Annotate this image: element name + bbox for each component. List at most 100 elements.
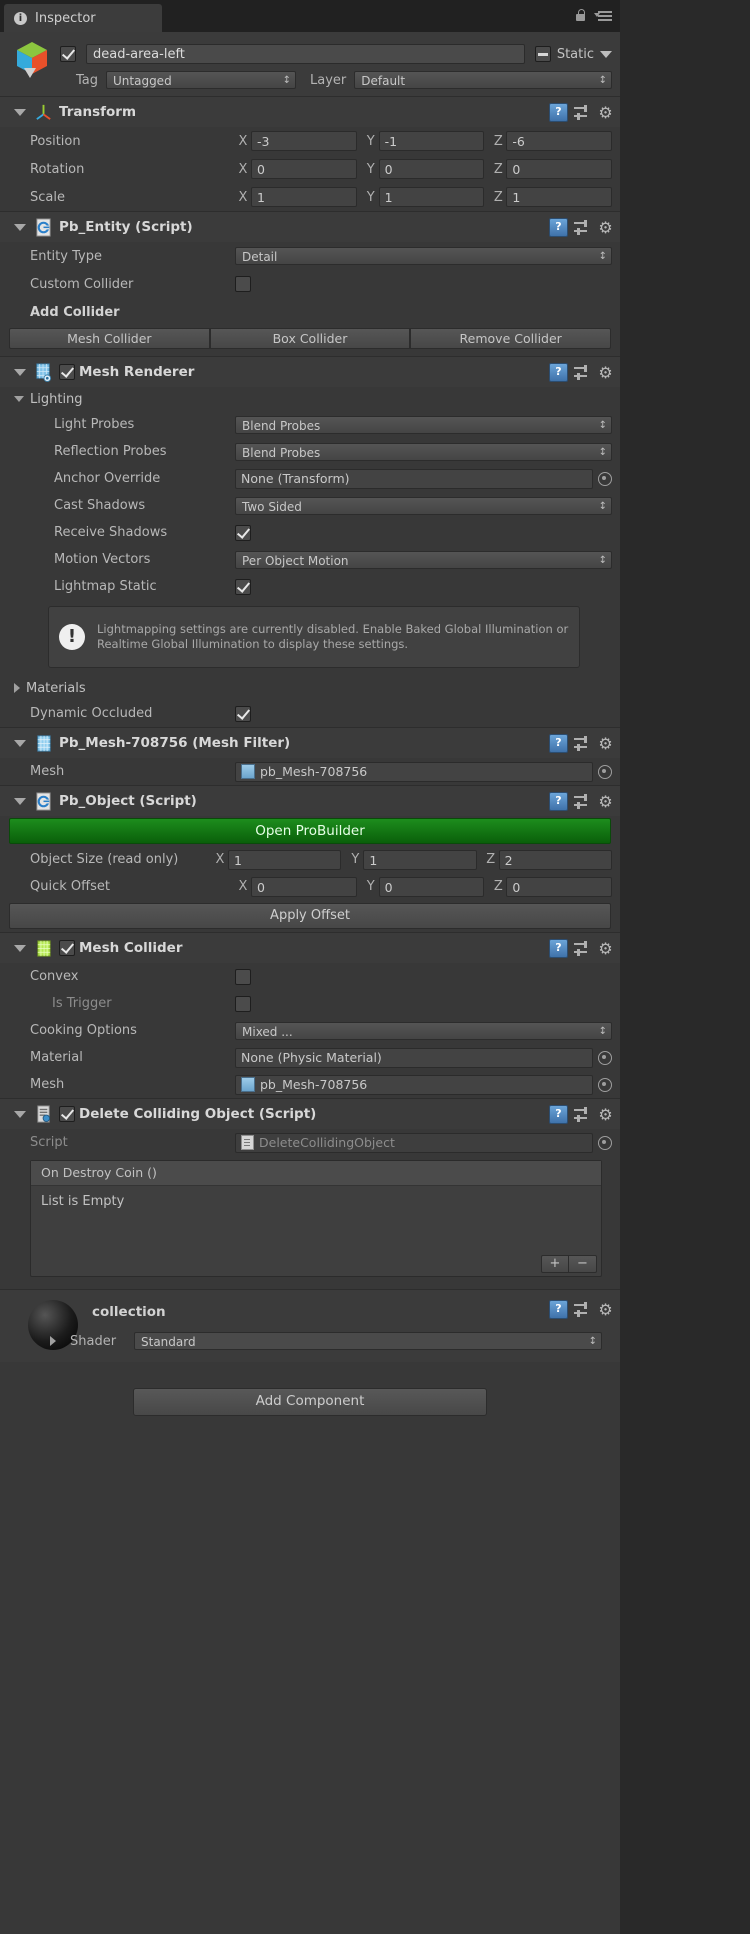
foldout-arrow-icon[interactable] [14,944,26,952]
foldout-arrow-icon[interactable] [14,396,24,402]
object-picker-icon[interactable] [598,764,612,779]
component-header-mesh-collider[interactable]: Mesh Collider ? ⚙ [0,932,620,963]
preset-icon[interactable] [574,736,591,751]
scale-z-input[interactable]: 1 [506,187,613,207]
gameobject-name-row: dead-area-left Static [60,42,612,66]
component-header-icons: ? ⚙ [549,1105,614,1124]
quick-offset-x-input[interactable]: 0 [251,876,357,897]
help-icon[interactable]: ? [549,1105,568,1124]
remove-listener-button[interactable]: − [569,1255,597,1273]
foldout-arrow-icon[interactable] [14,368,26,376]
lightmap-static-checkbox[interactable] [235,578,251,595]
add-listener-button[interactable]: + [541,1255,569,1273]
object-picker-icon[interactable] [598,471,612,486]
layer-dropdown[interactable]: Default [354,71,612,90]
receive-shadows-checkbox[interactable] [235,524,251,541]
mesh-collider-icon [37,939,51,957]
help-icon[interactable]: ? [549,792,568,811]
help-icon[interactable]: ? [549,939,568,958]
gear-icon[interactable]: ⚙ [597,1106,614,1123]
gear-icon[interactable]: ⚙ [597,793,614,810]
add-component-button[interactable]: Add Component [133,1388,487,1416]
mesh-renderer-enabled-checkbox[interactable] [59,364,75,380]
physic-material-objectfield[interactable]: None (Physic Material) [235,1047,593,1068]
component-title: Pb_Mesh-708756 (Mesh Filter) [59,735,291,751]
static-control[interactable]: Static [534,46,612,62]
lock-icon[interactable] [575,9,586,22]
preset-icon[interactable] [574,1107,591,1122]
quick-offset-z-input[interactable]: 0 [506,876,613,897]
anchor-override-objectfield[interactable]: None (Transform) [235,468,593,489]
static-checkbox[interactable] [534,46,551,62]
quick-offset-y-input[interactable]: 0 [378,876,485,897]
foldout-arrow-icon[interactable] [14,1110,26,1118]
object-picker-icon[interactable] [598,1050,612,1065]
open-probuilder-button[interactable]: Open ProBuilder [9,818,611,844]
help-icon[interactable]: ? [549,734,568,753]
gear-icon[interactable]: ⚙ [597,1301,614,1318]
chevron-down-icon[interactable] [600,50,612,58]
rotation-y-input[interactable]: 0 [378,159,485,179]
motion-vectors-dropdown[interactable]: Per Object Motion [235,550,612,570]
position-x-input[interactable]: -3 [251,131,357,151]
rotation-x-input[interactable]: 0 [251,159,357,179]
gear-icon[interactable]: ⚙ [597,364,614,381]
box-collider-button[interactable]: Box Collider [209,327,411,349]
apply-offset-button[interactable]: Apply Offset [9,903,611,929]
mesh-objectfield[interactable]: pb_Mesh-708756 [235,761,593,782]
tag-dropdown[interactable]: Untagged [106,71,296,90]
remove-collider-button[interactable]: Remove Collider [410,327,612,349]
component-header-mesh-filter[interactable]: Pb_Mesh-708756 (Mesh Filter) ? ⚙ [0,727,620,758]
foldout-arrow-icon[interactable] [14,797,26,805]
custom-collider-checkbox[interactable] [235,276,251,292]
position-y-input[interactable]: -1 [378,131,485,151]
component-header-delete-colliding-object[interactable]: Delete Colliding Object (Script) ? ⚙ [0,1098,620,1129]
foldout-arrow-icon[interactable] [14,108,26,116]
scale-y-input[interactable]: 1 [378,187,485,207]
light-probes-dropdown[interactable]: Blend Probes [235,415,612,435]
tab-inspector[interactable]: i Inspector [4,4,162,32]
materials-foldout[interactable]: Materials [0,676,620,700]
object-picker-icon[interactable] [598,1077,612,1092]
gear-icon[interactable]: ⚙ [597,219,614,236]
gameobject-enabled-checkbox[interactable] [60,46,76,62]
foldout-arrow-icon[interactable] [14,683,20,693]
lighting-group-foldout[interactable]: Lighting [0,387,620,411]
preset-icon[interactable] [574,794,591,809]
collider-mesh-objectfield[interactable]: pb_Mesh-708756 [235,1074,593,1095]
help-icon[interactable]: ? [549,1300,568,1319]
component-header-transform[interactable]: Transform ? ⚙ [0,96,620,127]
component-header-pb-entity[interactable]: Pb_Entity (Script) ? ⚙ [0,211,620,242]
foldout-arrow-icon[interactable] [50,1336,56,1346]
scale-x-input[interactable]: 1 [251,187,357,207]
help-icon[interactable]: ? [549,363,568,382]
gear-icon[interactable]: ⚙ [597,104,614,121]
mesh-collider-enabled-checkbox[interactable] [59,940,75,956]
preset-icon[interactable] [574,365,591,380]
component-header-pb-object[interactable]: Pb_Object (Script) ? ⚙ [0,785,620,816]
gear-icon[interactable]: ⚙ [597,940,614,957]
position-z-input[interactable]: -6 [506,131,613,151]
delete-colliding-object-enabled-checkbox[interactable] [59,1106,75,1122]
gear-icon[interactable]: ⚙ [597,735,614,752]
entity-type-dropdown[interactable]: Detail [235,247,612,266]
gameobject-name-input[interactable]: dead-area-left [86,44,525,64]
preset-icon[interactable] [574,220,591,235]
foldout-arrow-icon[interactable] [14,739,26,747]
rotation-z-input[interactable]: 0 [506,159,613,179]
mesh-collider-button[interactable]: Mesh Collider [9,327,210,349]
cast-shadows-dropdown[interactable]: Two Sided [235,496,612,516]
preset-icon[interactable] [574,1302,591,1317]
cooking-options-dropdown[interactable]: Mixed ... [235,1021,612,1041]
shader-dropdown[interactable]: Standard [134,1332,602,1351]
help-icon[interactable]: ? [549,218,568,237]
component-header-mesh-renderer[interactable]: Mesh Renderer ? ⚙ [0,356,620,387]
reflection-probes-dropdown[interactable]: Blend Probes [235,442,612,462]
preset-icon[interactable] [574,105,591,120]
preset-icon[interactable] [574,941,591,956]
foldout-arrow-icon[interactable] [14,223,26,231]
help-icon[interactable]: ? [549,103,568,122]
convex-checkbox[interactable] [235,968,251,985]
dynamic-occluded-checkbox[interactable] [235,705,251,722]
hamburger-menu-icon[interactable] [594,10,612,21]
